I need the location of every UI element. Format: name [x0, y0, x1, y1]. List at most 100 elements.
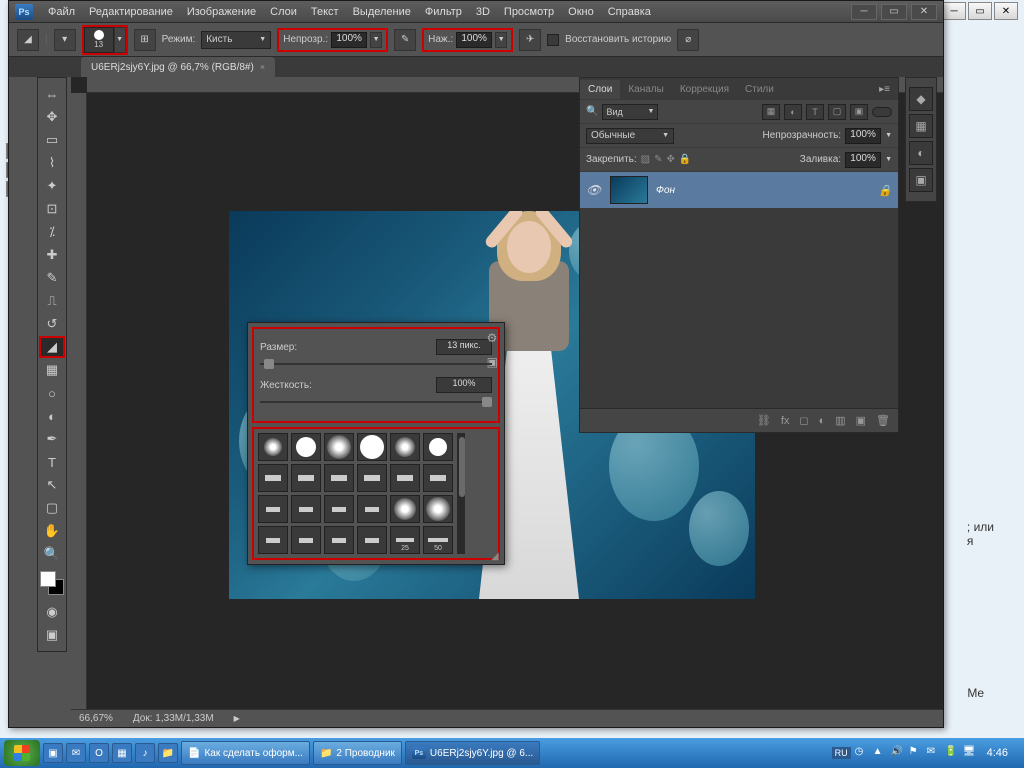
brush-preset-item[interactable] [390, 433, 420, 461]
brush-preset-item[interactable]: 50 [423, 526, 453, 554]
layer-mask-icon[interactable]: ◻ [799, 414, 808, 427]
hardness-slider[interactable] [260, 397, 492, 407]
brush-preset-item[interactable] [324, 495, 354, 523]
size-input[interactable]: 13 пикс. [436, 339, 492, 355]
color-swatches[interactable] [40, 571, 64, 595]
mode-combo[interactable]: Кисть▼ [201, 31, 271, 49]
delete-layer-icon[interactable]: 🗑 [876, 414, 890, 427]
airbrush-icon[interactable]: ✈ [519, 29, 541, 51]
minimize-button[interactable]: ─ [851, 4, 877, 20]
hand-tool[interactable]: ✋ [39, 520, 65, 542]
brush-preset-item[interactable] [423, 464, 453, 492]
filter-pixel-icon[interactable]: ▦ [762, 104, 780, 120]
menu-select[interactable]: Выделение [346, 4, 418, 20]
close-tab-icon[interactable]: × [260, 62, 265, 72]
eyedropper-tool[interactable]: ⁒ [39, 221, 65, 243]
panel-menu-icon[interactable]: ▸≡ [871, 84, 898, 95]
lock-pixels-icon[interactable]: ✎ [654, 154, 662, 165]
tool-preset-picker[interactable]: ▾ [54, 29, 76, 51]
quicklaunch-icon[interactable]: ▦ [112, 743, 132, 763]
brush-preset-item[interactable] [291, 495, 321, 523]
shape-tool[interactable]: ▢ [39, 497, 65, 519]
brush-preset-item[interactable] [291, 433, 321, 461]
tab-layers[interactable]: Слои [580, 80, 620, 99]
menu-help[interactable]: Справка [601, 4, 658, 20]
resize-grip-icon[interactable]: ◢ [491, 551, 501, 561]
link-layers-icon[interactable]: ⛓ [757, 414, 771, 427]
brush-preset-item[interactable] [357, 464, 387, 492]
flow-input[interactable]: 100% [456, 32, 492, 48]
menu-view[interactable]: Просмотр [497, 4, 561, 20]
layer-fx-icon[interactable]: fx [781, 415, 790, 427]
marquee-tool[interactable]: ▭ [39, 129, 65, 151]
brush-preset-item[interactable] [390, 464, 420, 492]
pressure-opacity-icon[interactable]: ✎ [394, 29, 416, 51]
swatches-panel-icon[interactable]: ▦ [909, 114, 933, 138]
start-button[interactable] [4, 740, 40, 766]
layer-opacity-input[interactable]: 100% [845, 128, 881, 144]
lasso-tool[interactable]: ⌇ [39, 152, 65, 174]
clone-stamp-tool[interactable]: ⎍ [39, 290, 65, 312]
styles-panel-icon[interactable]: ▣ [909, 168, 933, 192]
path-selection-tool[interactable]: ↖ [39, 474, 65, 496]
lock-transparency-icon[interactable]: ▨ [641, 154, 650, 165]
tray-icon[interactable]: 🖥 [963, 746, 977, 760]
brush-preset-item[interactable] [258, 526, 288, 554]
tab-adjustments[interactable]: Коррекция [672, 80, 737, 99]
quicklaunch-icon[interactable]: O [89, 743, 109, 763]
brush-preset-item[interactable] [324, 433, 354, 461]
taskbar-item[interactable]: Ps U6ERj2sjy6Y.jpg @ 6... [405, 741, 540, 765]
healing-brush-tool[interactable]: ✚ [39, 244, 65, 266]
quicklaunch-icon[interactable]: ▣ [43, 743, 63, 763]
opacity-input[interactable]: 100% [331, 32, 367, 48]
dodge-tool[interactable]: ◐ [39, 405, 65, 427]
move-tool[interactable]: ✥ [39, 106, 65, 128]
erase-history-checkbox[interactable] [547, 34, 559, 46]
quicklaunch-icon[interactable]: 📁 [158, 743, 178, 763]
filter-toggle[interactable] [872, 107, 892, 117]
blur-tool[interactable]: ○ [39, 382, 65, 404]
hardness-input[interactable]: 100% [436, 377, 492, 393]
zoom-tool[interactable]: 🔍 [39, 543, 65, 565]
magic-wand-tool[interactable]: ✦ [39, 175, 65, 197]
menu-text[interactable]: Текст [304, 4, 346, 20]
tray-icon[interactable]: 🔊 [891, 746, 905, 760]
brush-preset-item[interactable] [357, 495, 387, 523]
color-panel-icon[interactable]: ◆ [909, 87, 933, 111]
adjustment-layer-icon[interactable]: ◐ [819, 415, 826, 427]
crop-tool[interactable]: ⊡ [39, 198, 65, 220]
menu-image[interactable]: Изображение [180, 4, 263, 20]
visibility-toggle-icon[interactable]: 👁 [586, 183, 602, 197]
bg-minimize[interactable]: ─ [942, 2, 966, 20]
menu-edit[interactable]: Редактирование [82, 4, 180, 20]
flow-dropdown[interactable]: ▼ [495, 32, 507, 48]
layer-row[interactable]: 👁 Фон 🔒 [580, 172, 898, 208]
zoom-level[interactable]: 66,67% [79, 713, 113, 724]
menu-filter[interactable]: Фильтр [418, 4, 469, 20]
double-arrow-icon[interactable]: ⇔ [39, 83, 65, 105]
tab-styles[interactable]: Стили [737, 80, 782, 99]
brush-preset-thumb[interactable]: 13 [84, 27, 114, 53]
quicklaunch-icon[interactable]: ✉ [66, 743, 86, 763]
brush-tool[interactable]: ✎ [39, 267, 65, 289]
gradient-tool[interactable]: ▦ [39, 359, 65, 381]
screen-mode-toggle[interactable]: ▣ [39, 624, 65, 646]
bg-maximize[interactable]: ▭ [968, 2, 992, 20]
brush-preset-item[interactable] [390, 495, 420, 523]
close-button[interactable]: ✕ [911, 4, 937, 20]
brush-preset-item[interactable] [357, 526, 387, 554]
adjustments-panel-icon[interactable]: ◐ [909, 141, 933, 165]
layer-fill-input[interactable]: 100% [845, 152, 881, 168]
brush-preset-item[interactable] [291, 464, 321, 492]
opacity-dropdown[interactable]: ▼ [370, 32, 382, 48]
type-tool[interactable]: T [39, 451, 65, 473]
brush-preset-item[interactable] [324, 526, 354, 554]
menu-window[interactable]: Окно [561, 4, 601, 20]
pen-tool[interactable]: ✒ [39, 428, 65, 450]
bg-close[interactable]: ✕ [994, 2, 1018, 20]
brush-panel-toggle[interactable]: ⊞ [134, 29, 156, 51]
layer-thumbnail[interactable] [610, 176, 648, 204]
eraser-tool[interactable]: ◢ [39, 336, 65, 358]
lock-position-icon[interactable]: ✥ [667, 154, 675, 165]
size-slider[interactable] [260, 359, 492, 369]
